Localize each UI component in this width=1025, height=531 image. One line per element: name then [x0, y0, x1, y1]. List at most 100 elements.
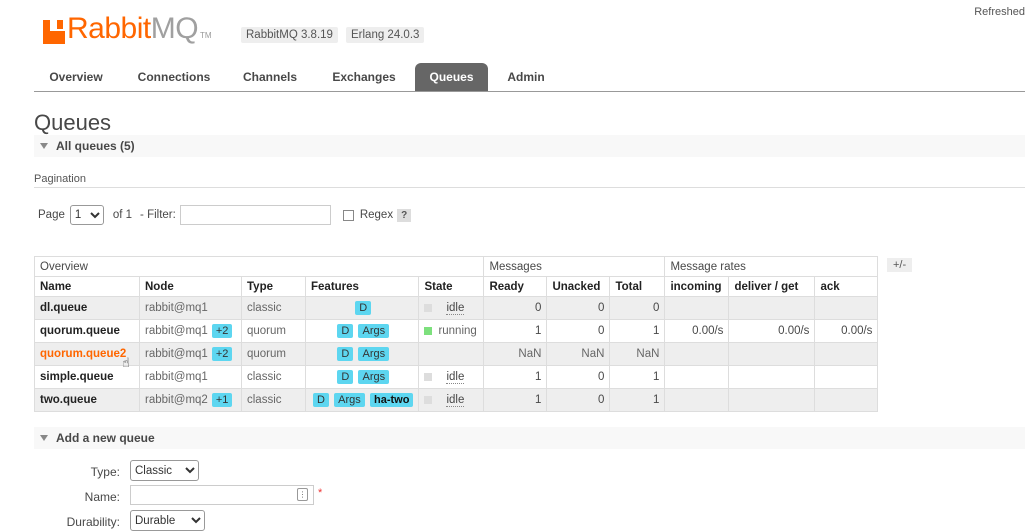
- table-row: simple.queue rabbit@mq1 classic D Args i…: [34, 365, 879, 389]
- rabbitmq-version: RabbitMQ 3.8.19: [241, 27, 338, 43]
- queue-state: running: [418, 319, 485, 343]
- msg-unacked: 0: [546, 296, 611, 320]
- add-queue-toggle[interactable]: Add a new queue: [34, 427, 1025, 449]
- msg-ready: 1: [483, 365, 548, 389]
- group-message-rates: Message rates: [664, 256, 879, 277]
- queue-features: D: [304, 296, 420, 320]
- columns-toggle-button[interactable]: +/-: [887, 258, 913, 272]
- rate-deliver: [728, 365, 816, 389]
- logo-trademark: TM: [200, 31, 212, 40]
- col-total[interactable]: Total: [609, 276, 666, 297]
- msg-total: 1: [609, 388, 666, 412]
- tab-admin[interactable]: Admin: [496, 64, 556, 90]
- feature-durable-badge: D: [337, 370, 354, 384]
- feature-args-badge: Args: [358, 324, 390, 338]
- table-row: quorum.queue rabbit@mq1 +2 quorum D Args …: [34, 319, 879, 343]
- collapse-arrow-icon: [40, 143, 48, 149]
- add-queue-label: Add a new queue: [56, 431, 155, 445]
- msg-ready: NaN: [483, 342, 548, 366]
- col-type[interactable]: Type: [241, 276, 306, 297]
- refreshed-status: Refreshed: [974, 6, 1025, 18]
- page-select[interactable]: 1: [69, 205, 104, 225]
- table-row: quorum.queue2 rabbit@mq1 +2 quorum D Args…: [34, 342, 879, 366]
- col-state[interactable]: State: [418, 276, 485, 297]
- rate-deliver: [728, 388, 816, 412]
- msg-ready: 0: [483, 296, 548, 320]
- queue-type: quorum: [241, 342, 306, 366]
- rabbitmq-logo[interactable]: Rabbit MQ TM: [43, 10, 212, 44]
- queue-node: rabbit@mq1 +2: [139, 342, 242, 366]
- collapse-arrow-icon: [40, 435, 48, 441]
- col-unacked[interactable]: Unacked: [546, 276, 611, 297]
- queue-features: D Args: [304, 342, 420, 366]
- feature-durable-badge: D: [313, 393, 329, 407]
- filter-label: - Filter:: [140, 209, 176, 221]
- filter-input[interactable]: [179, 205, 331, 225]
- msg-total: NaN: [609, 342, 666, 366]
- msg-ready: 1: [483, 319, 548, 343]
- feature-durable-badge: D: [337, 347, 354, 361]
- state-idle-icon: [424, 373, 433, 381]
- regex-label: Regex: [359, 209, 394, 221]
- all-queues-toggle[interactable]: All queues (5): [34, 135, 1025, 157]
- queue-type: classic: [241, 365, 306, 389]
- regex-checkbox[interactable]: [342, 209, 354, 221]
- state-idle-icon: [424, 396, 433, 404]
- rabbit-logo-icon: [43, 20, 65, 44]
- rate-incoming: [664, 365, 730, 389]
- page-title: Queues: [34, 110, 112, 135]
- col-ready[interactable]: Ready: [483, 276, 548, 297]
- all-queues-label: All queues (5): [56, 139, 135, 153]
- rate-incoming: [664, 296, 730, 320]
- feature-args-badge: Args: [358, 347, 390, 361]
- group-messages: Messages: [483, 256, 666, 277]
- tab-connections[interactable]: Connections: [126, 64, 222, 90]
- regex-help-button[interactable]: ?: [397, 208, 412, 222]
- queue-state: idle: [418, 365, 485, 389]
- durability-select[interactable]: Durable: [130, 510, 205, 531]
- node-replicas-badge: +2: [211, 347, 233, 361]
- queue-name-link[interactable]: quorum.queue: [34, 319, 140, 343]
- queue-name-link[interactable]: two.queue: [34, 388, 140, 412]
- type-select[interactable]: Classic: [130, 460, 199, 481]
- rate-ack: 0.00/s: [814, 319, 879, 343]
- feature-durable-badge: D: [337, 324, 354, 338]
- queue-type: classic: [241, 388, 306, 412]
- col-node[interactable]: Node: [139, 276, 242, 297]
- col-features[interactable]: Features: [304, 276, 420, 297]
- col-ack[interactable]: ack: [814, 276, 879, 297]
- feature-durable-badge: D: [355, 301, 372, 315]
- policy-badge[interactable]: ha-two: [369, 393, 414, 407]
- queue-name-input[interactable]: [130, 485, 314, 505]
- feature-args-badge: Args: [334, 393, 365, 407]
- type-label: Type:: [90, 465, 120, 479]
- queue-features: D Args ha-two: [304, 388, 420, 412]
- password-manager-icon[interactable]: ⋮: [297, 488, 308, 501]
- rate-incoming: [664, 388, 730, 412]
- col-name[interactable]: Name: [34, 276, 140, 297]
- tab-queues[interactable]: Queues: [415, 63, 488, 91]
- msg-unacked: 0: [546, 388, 611, 412]
- queue-name-link[interactable]: dl.queue: [34, 296, 140, 320]
- msg-total: 0: [609, 296, 666, 320]
- name-label: Name:: [84, 490, 120, 504]
- tab-overview[interactable]: Overview: [34, 64, 118, 90]
- queue-state: idle: [418, 388, 485, 412]
- queue-type: classic: [241, 296, 306, 320]
- pagination-label: Pagination: [34, 173, 86, 185]
- queue-node: rabbit@mq1 +2: [139, 319, 242, 343]
- logo-text-mq: MQ: [150, 12, 199, 45]
- col-deliver-get[interactable]: deliver / get: [728, 276, 816, 297]
- msg-ready: 1: [483, 388, 548, 412]
- rate-ack: [814, 365, 879, 389]
- col-incoming[interactable]: incoming: [664, 276, 730, 297]
- state-idle-icon: [424, 304, 433, 312]
- queue-node: rabbit@mq2 +1: [139, 388, 242, 412]
- node-replicas-badge: +1: [211, 393, 233, 407]
- main-nav: Overview Connections Channels Exchanges …: [34, 63, 1025, 92]
- tab-channels[interactable]: Channels: [230, 64, 310, 90]
- rate-ack: [814, 342, 879, 366]
- queue-type: quorum: [241, 319, 306, 343]
- erlang-version: Erlang 24.0.3: [346, 27, 425, 43]
- tab-exchanges[interactable]: Exchanges: [322, 64, 406, 90]
